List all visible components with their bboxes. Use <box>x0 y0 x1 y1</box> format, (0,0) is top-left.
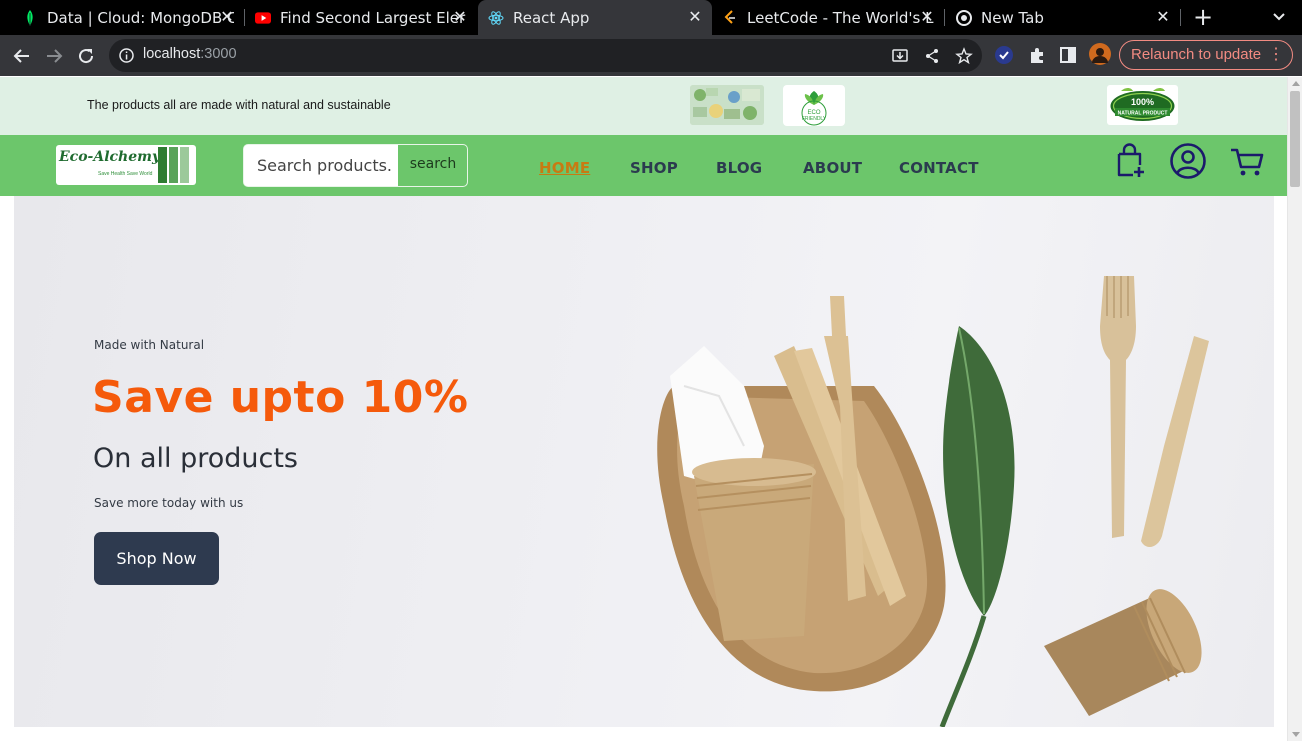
chrome-icon <box>956 9 972 26</box>
site-logo[interactable]: Eco-Alchemy Save Health Save World <box>56 145 196 185</box>
scroll-up-arrow-icon[interactable] <box>1292 81 1300 86</box>
tab-divider <box>944 9 945 26</box>
url-text[interactable]: localhost:3000 <box>143 46 237 62</box>
announcement-strip: The products all are made with natural a… <box>0 77 1287 135</box>
extensions-puzzle-icon[interactable] <box>1027 45 1047 65</box>
natural-badge-label: NATURAL PRODUCT <box>1118 111 1168 117</box>
reload-icon[interactable] <box>73 43 99 69</box>
side-panel-icon[interactable] <box>1058 45 1078 65</box>
back-arrow-icon[interactable] <box>9 43 35 69</box>
scroll-thumb[interactable] <box>1290 91 1300 187</box>
nav-about-link[interactable]: ABOUT <box>803 159 862 177</box>
address-bar[interactable]: localhost:3000 <box>109 39 982 72</box>
main-navbar: Eco-Alchemy Save Health Save World searc… <box>0 135 1287 196</box>
hero-product-image <box>634 236 1274 727</box>
natural-badge-percent: 100% <box>1131 97 1154 107</box>
install-app-icon[interactable] <box>891 47 909 65</box>
tab-title: React App <box>513 8 590 27</box>
cart-icon[interactable] <box>1229 143 1265 179</box>
react-icon <box>488 10 504 26</box>
forward-arrow-icon[interactable] <box>41 43 67 69</box>
add-to-bag-icon[interactable] <box>1115 143 1147 179</box>
hero-title: Save upto 10% <box>92 372 469 423</box>
user-account-icon[interactable] <box>1169 143 1207 179</box>
relaunch-label: Relaunch to update <box>1131 46 1262 63</box>
hero-subtitle: On all products <box>93 443 298 474</box>
logo-text: Eco-Alchemy <box>59 149 161 165</box>
tab-mongodb[interactable]: Data | Cloud: MongoDB C ✕ <box>12 0 244 35</box>
hero-tagline: Save more today with us <box>94 496 244 510</box>
tab-title: New Tab <box>981 8 1044 27</box>
close-icon[interactable]: ✕ <box>918 8 936 26</box>
page-scrollbar[interactable] <box>1287 77 1302 741</box>
tab-title: Find Second Largest Eler <box>280 8 466 27</box>
natural-product-badge: 100% NATURAL PRODUCT <box>1107 85 1178 125</box>
youtube-icon <box>255 10 271 26</box>
eco-badge-text-bottom: FRIENDLY <box>802 116 827 122</box>
url-host: localhost <box>143 46 201 62</box>
nav-shop-link[interactable]: SHOP <box>630 159 678 177</box>
browser-tab-strip: Data | Cloud: MongoDB C ✕ Find Second La… <box>0 0 1302 35</box>
tab-new-tab[interactable]: New Tab ✕ <box>946 0 1180 35</box>
tab-title: LeetCode - The World's L <box>747 8 934 27</box>
tab-divider <box>1180 9 1181 26</box>
hero-kicker: Made with Natural <box>94 338 205 352</box>
close-icon[interactable]: ✕ <box>686 8 704 26</box>
close-icon[interactable]: ✕ <box>1154 8 1172 26</box>
hero-banner: Made with Natural Save upto 10% On all p… <box>14 196 1274 727</box>
leetcode-icon <box>722 9 738 26</box>
share-icon[interactable] <box>923 47 941 65</box>
search-input[interactable] <box>244 145 398 186</box>
shop-now-button[interactable]: Shop Now <box>94 532 219 585</box>
browser-toolbar: localhost:3000 Relaunch to update ⋮ <box>0 35 1302 76</box>
mongodb-leaf-icon <box>22 9 38 26</box>
tab-react-app[interactable]: React App ✕ <box>478 0 712 35</box>
search-bar: search <box>243 144 468 187</box>
site-info-icon[interactable] <box>118 47 135 64</box>
browser-menu-icon[interactable]: ⋮ <box>1268 41 1284 69</box>
eco-friendly-badge: ECO FRIENDLY <box>783 85 845 126</box>
nav-contact-link[interactable]: CONTACT <box>899 159 979 177</box>
relaunch-button[interactable]: Relaunch to update ⋮ <box>1119 40 1293 70</box>
extension-check-icon[interactable] <box>994 45 1014 65</box>
bookmark-star-icon[interactable] <box>955 47 973 65</box>
page-viewport: The products all are made with natural a… <box>0 77 1287 741</box>
scroll-down-arrow-icon[interactable] <box>1292 732 1300 737</box>
close-icon[interactable]: ✕ <box>218 8 236 26</box>
url-port: :3000 <box>200 46 237 62</box>
announcement-text: The products all are made with natural a… <box>87 98 391 112</box>
tab-search-chevron-icon[interactable] <box>1268 6 1290 28</box>
new-tab-button[interactable]: + <box>1190 4 1216 30</box>
tab-youtube[interactable]: Find Second Largest Eler ✕ <box>245 0 477 35</box>
nav-home-link[interactable]: HOME <box>539 159 590 177</box>
nav-blog-link[interactable]: BLOG <box>716 159 762 177</box>
tab-title: Data | Cloud: MongoDB C <box>47 8 234 27</box>
logo-tagline: Save Health Save World <box>98 171 153 177</box>
close-icon[interactable]: ✕ <box>451 8 469 26</box>
logo-bars-icon <box>157 147 194 183</box>
eco-collage-badge <box>690 85 764 125</box>
search-button[interactable]: search <box>398 145 467 186</box>
tab-leetcode[interactable]: LeetCode - The World's L ✕ <box>712 0 944 35</box>
profile-avatar[interactable] <box>1089 43 1111 65</box>
